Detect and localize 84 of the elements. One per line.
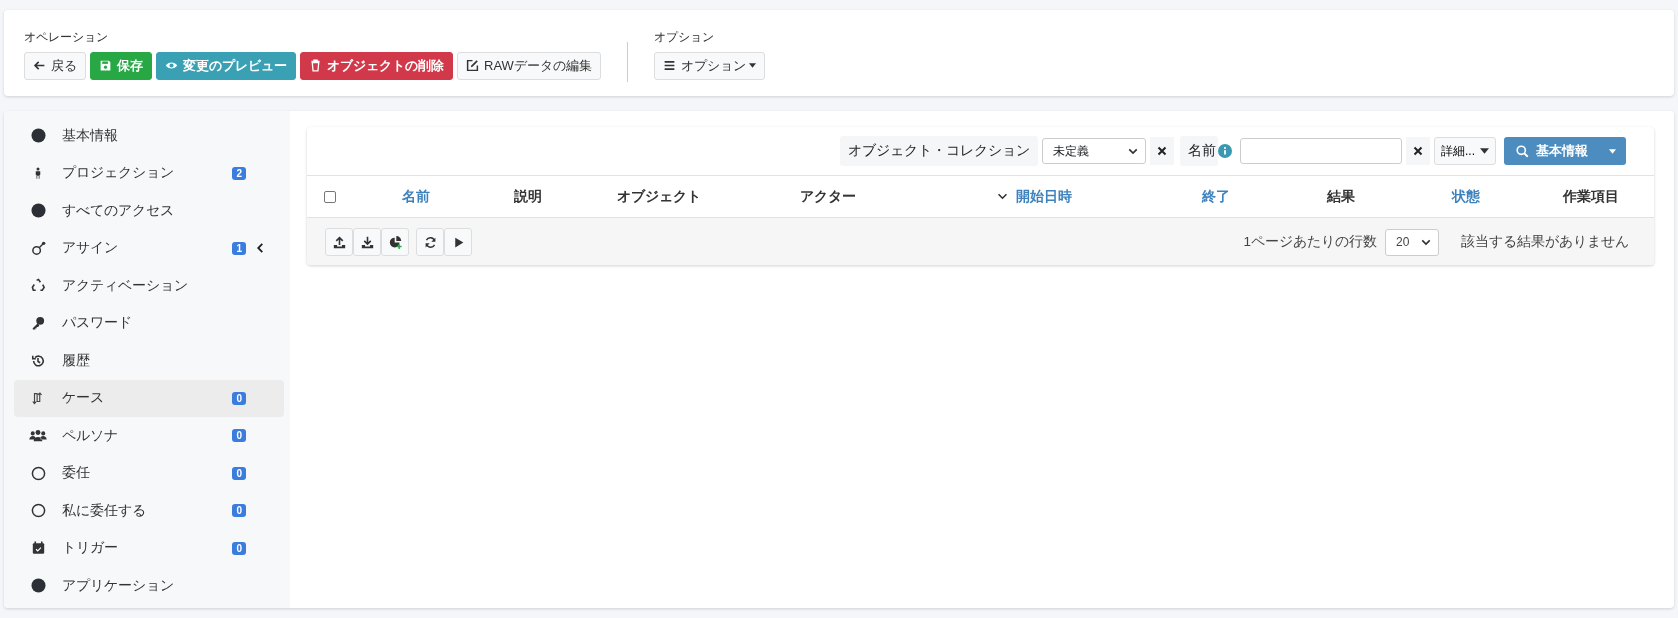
arrows-icon <box>31 391 45 406</box>
menu-icon <box>662 59 676 72</box>
sidebar-item[interactable]: アプリケーション <box>14 567 284 605</box>
options-button[interactable]: オプション <box>653 51 765 80</box>
collection-label: オブジェクト・コレクション <box>840 136 1038 166</box>
sidebar-item[interactable]: 基本情報 <box>14 117 284 155</box>
name-input[interactable] <box>1240 138 1402 164</box>
chevron-down-icon <box>1421 238 1431 246</box>
options-label: オプション <box>653 28 715 46</box>
select-all-checkbox[interactable] <box>324 190 336 203</box>
count-badge: 2 <box>232 166 246 180</box>
play-button[interactable] <box>444 228 472 256</box>
empty-message: 該当する結果がありません <box>1461 233 1629 251</box>
edit-raw-button[interactable]: RAWデータの編集 <box>457 51 601 80</box>
clear-button[interactable] <box>1150 137 1174 165</box>
arrow-left-icon <box>33 59 46 72</box>
count-badge: 0 <box>232 504 246 518</box>
refresh-button[interactable] <box>416 228 444 256</box>
column-header[interactable]: 状態 <box>1452 187 1481 206</box>
sidebar-item[interactable]: プロジェクション 2 <box>14 154 284 192</box>
floppy-icon <box>99 59 112 72</box>
count-badge: 0 <box>232 466 246 480</box>
refresh-icon <box>423 235 437 249</box>
operations-label: オペレーション <box>24 28 109 46</box>
close-icon <box>1157 146 1167 156</box>
circle-outline-icon <box>30 465 46 481</box>
sidebar-item[interactable]: アサイン 1 <box>14 229 284 267</box>
add-chart-button[interactable] <box>381 228 409 256</box>
people-icon <box>29 428 47 443</box>
column-header: オブジェクト <box>617 187 702 206</box>
calendar-check-icon <box>31 541 45 556</box>
caret-icon <box>748 63 756 68</box>
circle-icon <box>30 203 46 219</box>
column-header[interactable]: 終了 <box>1202 187 1231 206</box>
download-icon <box>360 235 374 249</box>
sidebar-item[interactable]: ケース 0 <box>14 379 284 417</box>
delete-button[interactable]: オブジェクトの削除 <box>300 51 453 80</box>
count-badge: 1 <box>232 241 246 255</box>
circle-outline-icon <box>30 503 46 519</box>
rows-per-page-select[interactable]: 20 <box>1385 228 1439 256</box>
count-badge: 0 <box>232 391 246 405</box>
sidebar-item[interactable]: 委任 0 <box>14 454 284 492</box>
upload-icon <box>332 235 346 249</box>
more-button[interactable]: 詳細... <box>1434 137 1496 165</box>
sidebar-item[interactable]: 履歴 <box>14 342 284 380</box>
history-icon <box>31 353 45 368</box>
name-label: 名前 <box>1180 136 1218 166</box>
sidebar-item[interactable]: トリガー 0 <box>14 529 284 567</box>
column-header: アクター <box>800 187 857 206</box>
column-header[interactable]: 開始日時 <box>1016 187 1073 206</box>
caret-icon <box>1480 148 1489 154</box>
back-button[interactable]: 戻る <box>24 51 86 80</box>
column-header: 作業項目 <box>1563 187 1620 206</box>
count-badge: 0 <box>232 541 246 555</box>
pie-chart-plus-icon <box>388 235 402 249</box>
trash-icon <box>309 59 322 72</box>
info-icon <box>1218 144 1232 158</box>
sidebar-item[interactable]: パスワード <box>14 304 284 342</box>
gender-icon <box>30 240 46 256</box>
circle-icon <box>30 128 46 144</box>
search-icon <box>1516 144 1529 158</box>
eye-icon <box>165 59 178 72</box>
sidebar-item[interactable]: アクティベーション <box>14 267 284 305</box>
column-header: 結果 <box>1327 187 1356 206</box>
count-badge: 0 <box>232 429 246 443</box>
caret-icon <box>1609 148 1616 154</box>
collection-select[interactable]: 未定義 <box>1042 138 1146 164</box>
key-icon <box>31 316 45 331</box>
close-icon <box>1413 146 1423 156</box>
column-header: 説明 <box>514 187 543 206</box>
upload-button[interactable] <box>325 228 353 256</box>
sort-chevron-icon[interactable] <box>997 193 1009 200</box>
download-button[interactable] <box>353 228 381 256</box>
chevron-left-icon[interactable] <box>256 242 265 255</box>
sidebar-item[interactable]: ペルソナ 0 <box>14 417 284 455</box>
circle-icon <box>30 578 46 594</box>
edit-icon <box>466 59 479 72</box>
rows-per-page-label: 1ページあたりの行数 <box>1243 233 1377 251</box>
sidebar-item[interactable]: すべてのアクセス <box>14 192 284 230</box>
column-header[interactable]: 名前 <box>401 187 430 206</box>
search-button[interactable]: 基本情報 <box>1504 137 1626 165</box>
sidebar-item[interactable]: 私に委任する 0 <box>14 492 284 530</box>
clear-button[interactable] <box>1406 137 1430 165</box>
chevron-down-icon <box>1128 147 1138 155</box>
